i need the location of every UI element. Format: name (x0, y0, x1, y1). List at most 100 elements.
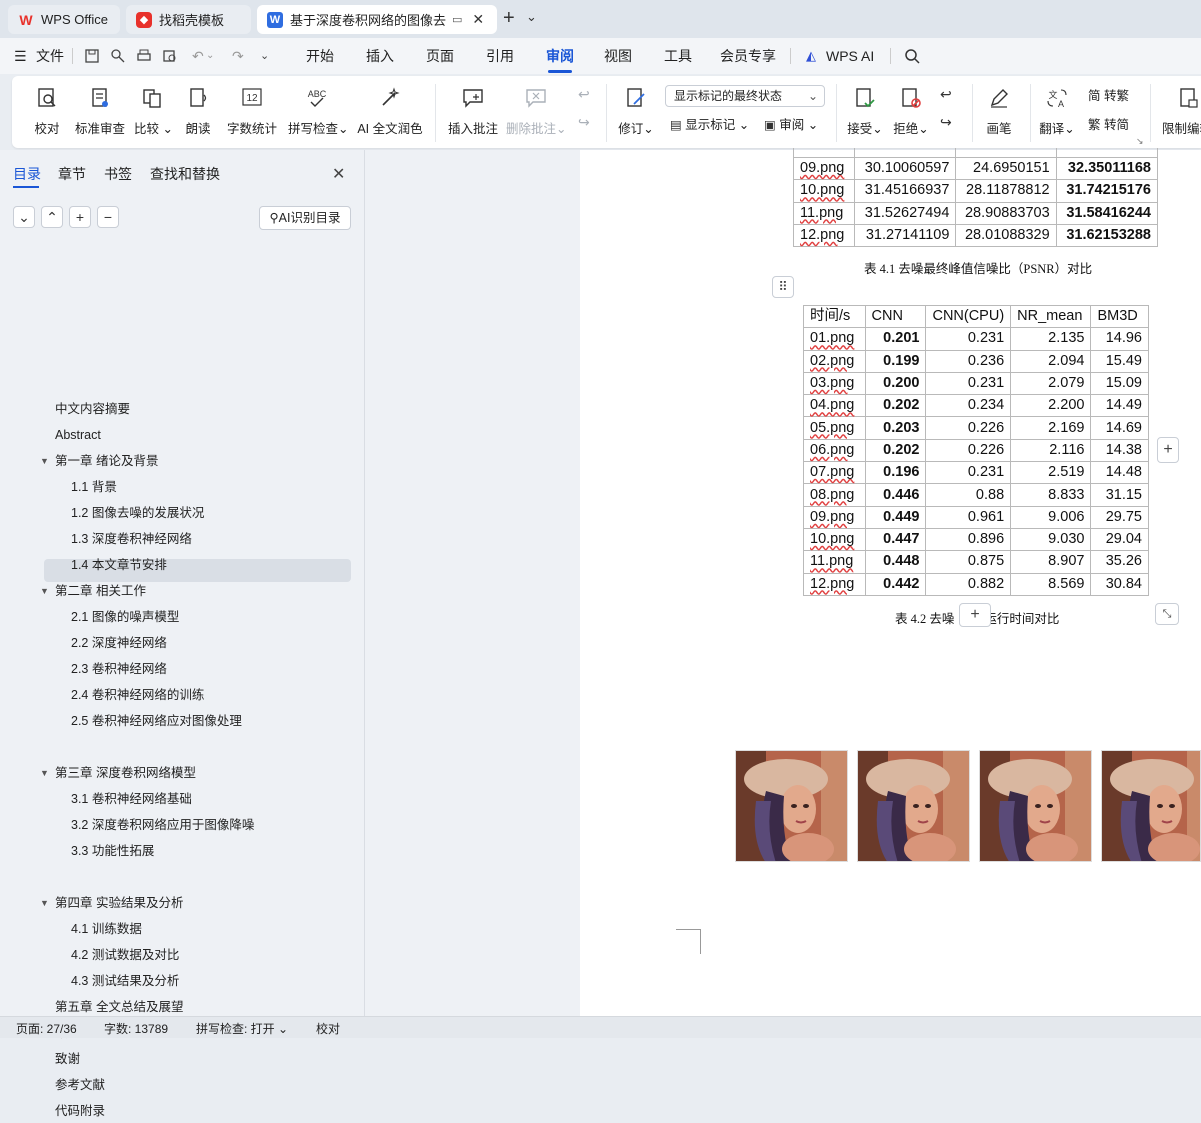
table-cell[interactable]: 10.png (803, 527, 866, 552)
standard-review-button[interactable]: 标准审查 (74, 82, 126, 144)
table-cell[interactable]: 31.27141109 (853, 223, 957, 248)
toc-item[interactable]: 代码附录 (55, 1099, 105, 1123)
table-header-cell[interactable]: CNN (864, 304, 927, 329)
toc-item[interactable]: 第二章 相关工作 (55, 579, 146, 603)
table-cell[interactable]: 30.10060597 (853, 156, 957, 181)
table-cell[interactable]: 29.04 (1090, 527, 1149, 552)
track-changes-button[interactable]: 修订⌄ (616, 82, 656, 144)
table-cell[interactable]: 11.png (793, 201, 855, 225)
table-cell[interactable]: 01.png (803, 327, 866, 351)
to-traditional-button[interactable]: 简 转繁 (1088, 85, 1129, 107)
table-cell[interactable]: 31.62153288 (1055, 223, 1159, 248)
toc-item[interactable]: 4.1 训练数据 (71, 917, 142, 941)
toc-item[interactable]: 第三章 深度卷积网络模型 (55, 761, 196, 785)
table-cell[interactable]: 8.569 (1010, 572, 1092, 596)
table-cell[interactable]: 14.69 (1090, 416, 1149, 440)
table-cell[interactable]: 02.png (803, 349, 866, 373)
table-cell[interactable]: 31.74215176 (1055, 179, 1159, 203)
table-cell[interactable]: 14.48 (1090, 461, 1149, 485)
menu-references[interactable]: 引用 (486, 38, 514, 74)
table-cell[interactable]: 2.079 (1010, 371, 1092, 396)
table-cell[interactable]: 0.882 (925, 572, 1012, 596)
table-cell[interactable]: 05.png (803, 416, 866, 440)
table-cell[interactable]: 0.203 (864, 416, 927, 440)
next-comment-icon[interactable]: ↪ (578, 114, 590, 131)
table-cell[interactable]: 8.907 (1010, 550, 1092, 574)
table-cell[interactable]: 14.96 (1090, 327, 1149, 351)
move-up-button[interactable]: ⌃ (41, 206, 63, 228)
table-cell[interactable]: 0.202 (864, 394, 927, 418)
menu-review[interactable]: 审阅 (546, 38, 574, 74)
table-cell[interactable]: 0.231 (925, 461, 1012, 485)
table-cell[interactable]: 07.png (803, 461, 866, 485)
table-cell[interactable]: 0.196 (864, 461, 927, 485)
nav-tab-toc[interactable]: 目录 (13, 164, 41, 184)
toc-item[interactable]: 3.2 深度卷积网络应用于图像降噪 (71, 813, 254, 837)
add-heading-button[interactable]: + (69, 206, 91, 228)
table-cell[interactable]: 11.png (803, 550, 866, 574)
table-cell[interactable]: 28.11878812 (955, 179, 1057, 203)
toc-item[interactable]: 1.1 背景 (71, 475, 117, 499)
table-cell[interactable]: 0.961 (925, 505, 1012, 529)
insert-comment-button[interactable]: 插入批注 (446, 82, 500, 144)
table-cell[interactable]: 28.90883703 (955, 201, 1057, 225)
table-cell[interactable]: 35.26 (1090, 550, 1149, 574)
table-cell[interactable]: 06.png (803, 438, 866, 463)
table-cell[interactable]: 12.png (793, 223, 855, 248)
table-cell[interactable]: 0.199 (864, 349, 927, 373)
table-cell[interactable]: 31.52627494 (853, 201, 957, 225)
menu-member[interactable]: 会员专享 (720, 38, 776, 74)
menu-home[interactable]: 开始 (306, 38, 334, 74)
table-cell[interactable]: 9.030 (1010, 527, 1092, 552)
translate-button[interactable]: 文A 翻译⌄ (1038, 82, 1076, 144)
spell-check-button[interactable]: ABC 拼写检查⌄ (288, 82, 349, 144)
table-cell[interactable]: 2.135 (1010, 327, 1092, 351)
save-icon[interactable] (84, 48, 100, 64)
table-cell[interactable]: 14.49 (1090, 394, 1149, 418)
proofread-button[interactable]: 校对 (30, 82, 64, 144)
close-tab-icon[interactable]: ✕ (472, 11, 484, 28)
screen-icon[interactable]: ▭ (452, 13, 462, 26)
toc-item[interactable]: 第一章 绪论及背景 (55, 449, 158, 473)
table-cell[interactable]: 0.442 (864, 572, 927, 596)
table-cell[interactable]: 29.75 (1090, 505, 1149, 529)
read-aloud-button[interactable]: 朗读 (184, 82, 212, 144)
undo-dropdown-icon[interactable]: ⌄ (206, 38, 214, 74)
table-cell[interactable]: 0.202 (864, 438, 927, 463)
new-tab-button[interactable]: + (503, 7, 515, 30)
menu-file[interactable]: 文件 (36, 38, 64, 74)
table-cell[interactable]: 31.45166937 (853, 179, 957, 203)
table-cell[interactable]: 0.226 (925, 438, 1012, 463)
table-cell[interactable]: 8.833 (1010, 483, 1092, 507)
print-icon[interactable] (136, 48, 152, 64)
spell-check-indicator[interactable]: 拼写检查: 打开 ⌄ (196, 1020, 288, 1037)
toc-item[interactable]: 1.4 本文章节安排 (71, 553, 167, 577)
table-cell[interactable]: 15.09 (1090, 371, 1149, 396)
remove-heading-button[interactable]: − (97, 206, 119, 228)
expand-caret-icon[interactable]: ▼ (40, 768, 49, 778)
proofread-indicator[interactable]: 校对 (316, 1020, 340, 1037)
table-cell[interactable]: 2.200 (1010, 394, 1092, 418)
to-simplified-button[interactable]: 繁 转简 (1088, 114, 1129, 136)
review-pane-button[interactable]: ▣ 审阅 ⌄ (764, 114, 818, 136)
table-cell[interactable]: 31.58416244 (1055, 201, 1159, 225)
tab-docer[interactable]: ◆ 找稻壳模板 (126, 5, 251, 34)
table-cell[interactable]: 03.png (803, 371, 866, 396)
word-count-indicator[interactable]: 字数: 13789 (104, 1020, 168, 1037)
previous-comment-icon[interactable]: ↩ (578, 86, 590, 103)
menu-insert[interactable]: 插入 (366, 38, 394, 74)
page-indicator[interactable]: 页面: 27/36 (16, 1020, 77, 1037)
export-icon[interactable] (110, 48, 126, 64)
table-cell[interactable]: 0.236 (925, 349, 1012, 373)
add-row-button[interactable]: + (959, 603, 991, 627)
expand-caret-icon[interactable]: ▼ (40, 456, 49, 466)
ai-polish-button[interactable]: AI 全文润色 (356, 82, 424, 144)
table-cell[interactable]: 0.448 (864, 550, 927, 574)
table-cell[interactable]: 0.875 (925, 550, 1012, 574)
table-cell[interactable]: 0.449 (864, 505, 927, 529)
hamburger-icon[interactable]: ☰ (14, 38, 27, 74)
toc-item[interactable]: 致谢 (55, 1047, 80, 1071)
lena-image[interactable] (735, 750, 848, 862)
tab-wps-office[interactable]: W WPS Office (8, 5, 120, 34)
tab-list-dropdown[interactable]: ⌄ (526, 9, 537, 25)
